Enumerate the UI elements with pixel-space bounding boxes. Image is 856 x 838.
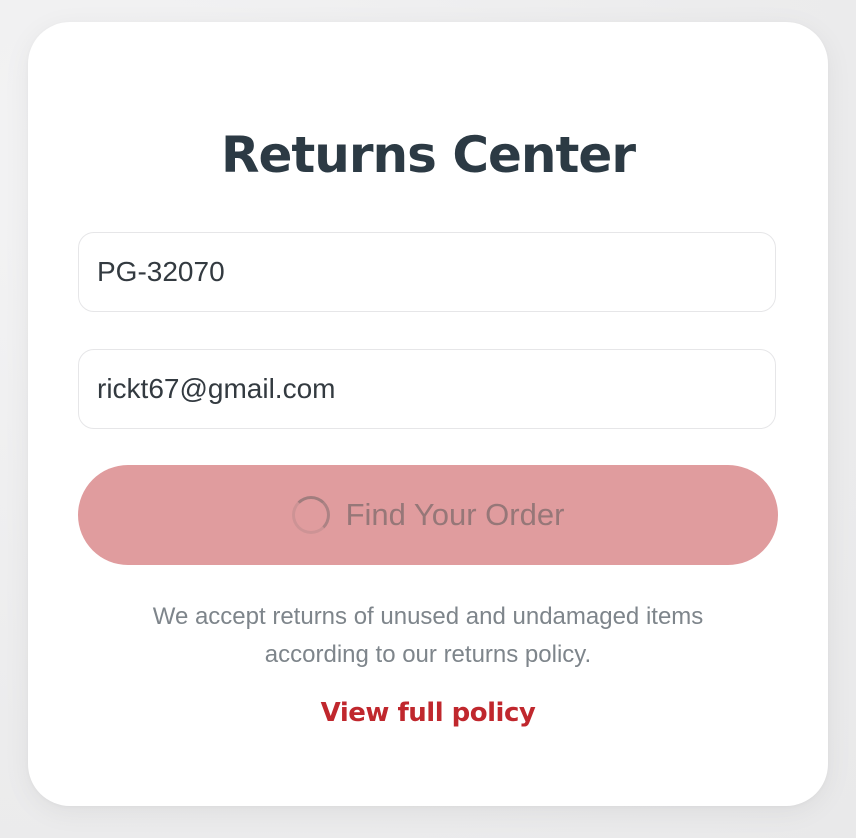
view-full-policy-link[interactable]: View full policy bbox=[28, 698, 828, 728]
returns-policy-note-line2: according to our returns policy. bbox=[264, 641, 592, 668]
email-input[interactable] bbox=[78, 349, 776, 429]
find-order-button-label: Find Your Order bbox=[345, 497, 565, 532]
returns-policy-note: We accept returns of unused and undamage… bbox=[28, 598, 828, 674]
find-order-button[interactable]: Find Your Order bbox=[78, 465, 778, 565]
returns-card: Returns Center Find Your Order We accept… bbox=[28, 22, 828, 806]
returns-policy-note-line1: We accept returns of unused and undamage… bbox=[152, 603, 704, 630]
page-title: Returns Center bbox=[220, 126, 636, 184]
order-number-input[interactable] bbox=[78, 232, 776, 312]
loading-spinner-icon bbox=[291, 496, 330, 534]
